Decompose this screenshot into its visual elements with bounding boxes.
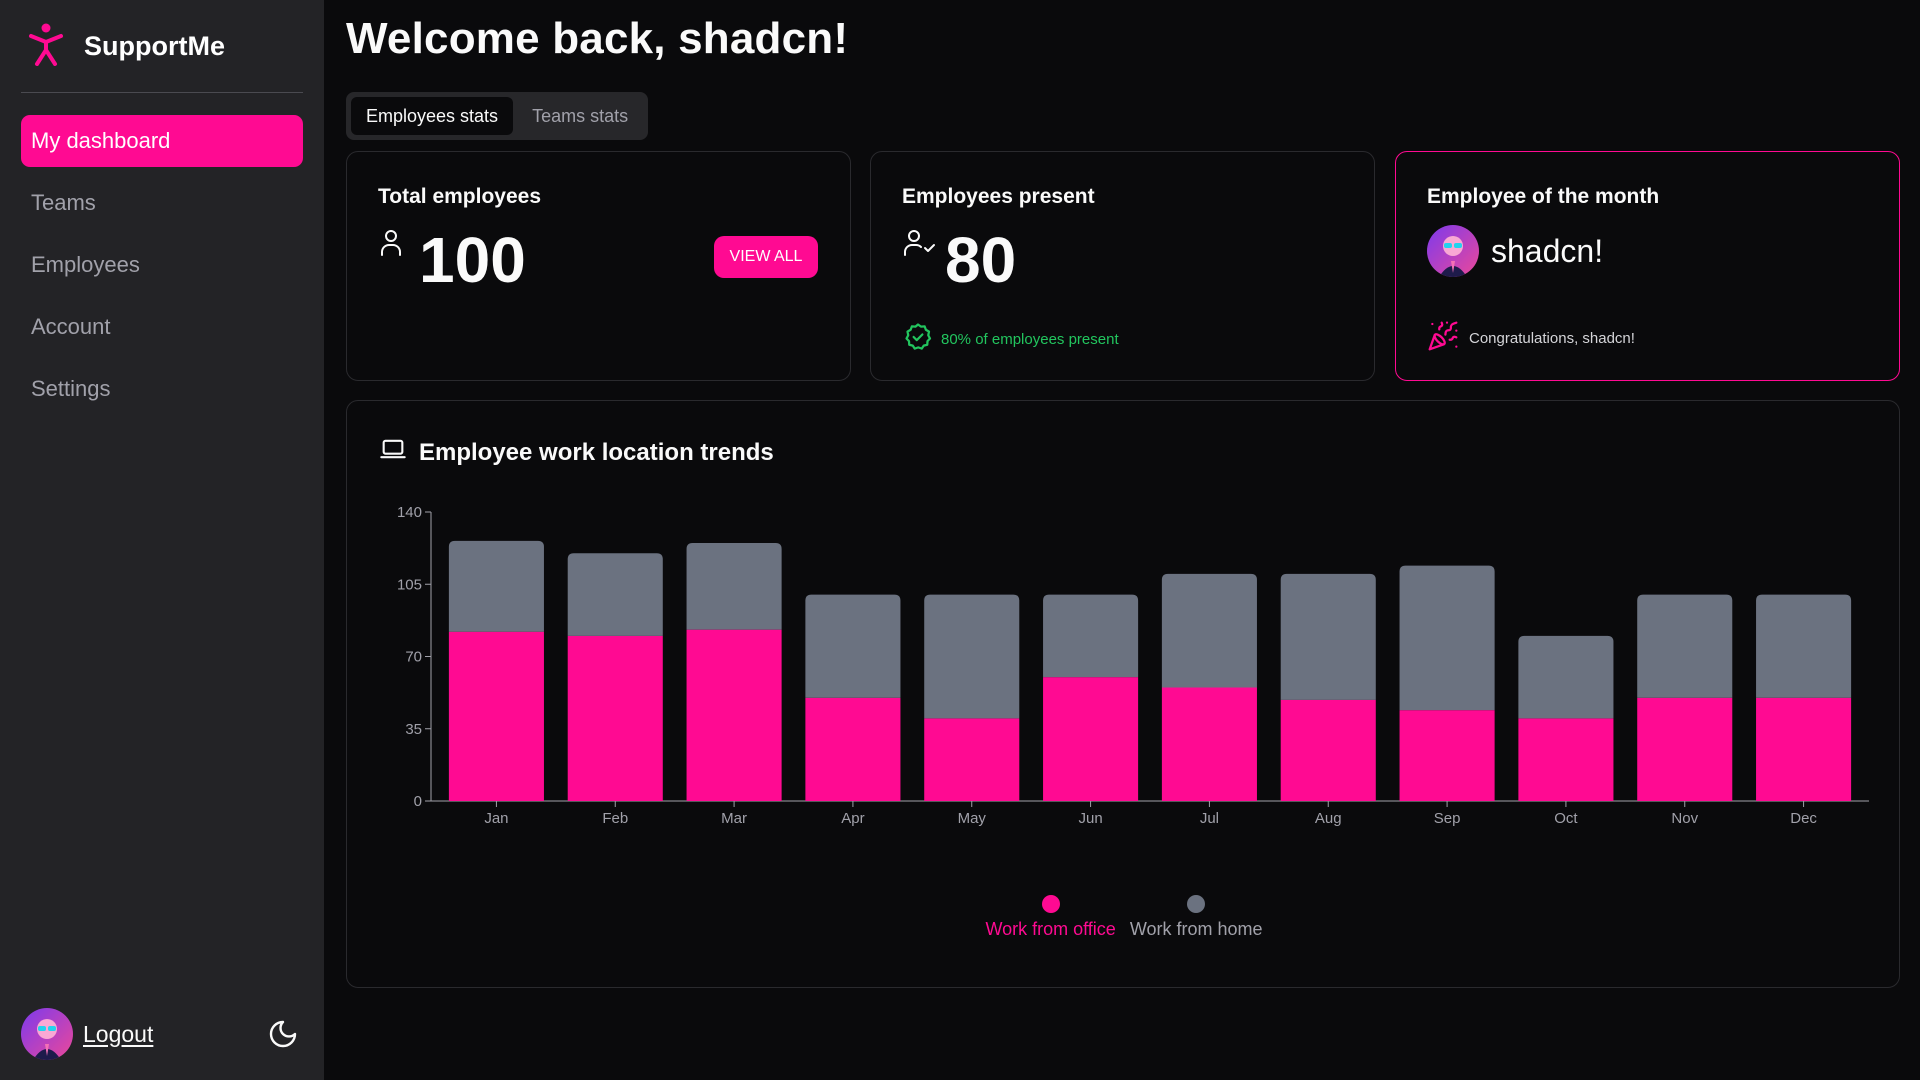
x-tick-label: Aug	[1315, 810, 1342, 827]
bar-jan-home	[448, 540, 544, 632]
bar-mar-office	[686, 629, 782, 801]
card-title: Employees present	[902, 185, 1095, 208]
eom-name: shadcn!	[1491, 232, 1604, 269]
eom-row: shadcn!	[1427, 225, 1603, 277]
badge-check-icon	[903, 322, 933, 356]
y-tick-label: 0	[414, 793, 422, 810]
bar-sep-home	[1399, 565, 1495, 711]
x-tick-label: Feb	[602, 810, 628, 827]
sidebar-item-employees[interactable]: Employees	[21, 239, 303, 291]
present-note: 80% of employees present	[903, 322, 1119, 356]
card-title: Total employees	[378, 185, 541, 208]
legend-label: Work from home	[1129, 919, 1263, 939]
bar-jun-office	[1043, 677, 1139, 801]
bar-chart: 0 35 70 105 140 Jan Feb Mar Apr May Jun Jul Aug Sep Oc…	[397, 504, 1869, 827]
sidebar-item-settings[interactable]: Settings	[21, 363, 303, 415]
x-tick-label: Sep	[1434, 810, 1461, 827]
avatar[interactable]	[21, 1008, 73, 1060]
brand[interactable]: SupportMe	[28, 22, 225, 71]
bar-nov-home	[1637, 594, 1733, 698]
legend-label: Work from office	[985, 919, 1116, 939]
bar-oct-office	[1518, 718, 1614, 801]
page-title: Welcome back, shadcn!	[346, 14, 849, 63]
bar-dec-home	[1756, 594, 1852, 698]
bar-aug-office	[1280, 699, 1376, 801]
tab-employees-stats[interactable]: Employees stats	[351, 97, 514, 135]
x-tick-label: Apr	[841, 810, 864, 827]
legend-dot	[1041, 895, 1060, 913]
total-employees-value: 100	[419, 224, 526, 296]
legend-item-home[interactable]: Work from home	[1130, 895, 1263, 940]
laptop-icon	[379, 435, 407, 470]
bar-aug-home	[1280, 573, 1376, 700]
employees-present-card: Employees present 80 80% of employees pr…	[870, 151, 1375, 381]
tab-teams-stats[interactable]: Teams stats	[517, 97, 643, 135]
chart-title: Employee work location trends	[379, 435, 774, 470]
bar-mar-home	[686, 542, 782, 630]
y-tick-label: 140	[397, 504, 422, 521]
legend-item-office[interactable]: Work from office	[985, 895, 1116, 940]
bar-feb-home	[567, 553, 663, 636]
bar-apr-home	[805, 594, 901, 698]
moon-icon[interactable]	[267, 1018, 299, 1050]
x-tick-label: Mar	[721, 810, 747, 827]
bar-sep-office	[1399, 710, 1495, 801]
y-tick-label: 70	[405, 649, 422, 666]
bar-jul-home	[1161, 573, 1257, 688]
bar-jun-home	[1043, 594, 1139, 678]
stats-tabs: Employees stats Teams stats	[346, 92, 649, 140]
y-tick-label: 105	[397, 576, 422, 593]
app-name: SupportMe	[84, 30, 225, 61]
bar-jan-office	[448, 631, 544, 801]
view-all-button[interactable]: VIEW ALL	[714, 236, 818, 278]
sidebar-footer: Logout	[21, 1008, 303, 1060]
sidebar-item-teams[interactable]: Teams	[21, 177, 303, 229]
x-tick-label: Jun	[1078, 810, 1102, 827]
bar-nov-office	[1637, 697, 1733, 801]
work-location-chart-card: Employee work location trends 0 35 70 105 14…	[346, 400, 1900, 988]
bar-jul-office	[1161, 687, 1257, 801]
chart-title-text: Employee work location trends	[419, 438, 774, 466]
user-icon	[379, 228, 403, 263]
congrats-text: Congratulations, shadcn!	[1469, 329, 1635, 347]
sidebar-item-my-dashboard[interactable]: My dashboard	[21, 115, 303, 167]
x-tick-label: Jan	[484, 810, 508, 827]
card-title: Employee of the month	[1427, 185, 1660, 208]
sidebar-nav: My dashboard Teams Employees Account Set…	[21, 115, 303, 425]
person-icon	[28, 22, 64, 71]
logout-link[interactable]: Logout	[83, 1021, 153, 1048]
x-tick-label: Nov	[1671, 810, 1698, 827]
total-employees-card: Total employees 100 VIEW ALL	[346, 151, 851, 381]
bar-apr-office	[805, 697, 901, 801]
sidebar-divider	[21, 92, 303, 93]
congrats-note: Congratulations, shadcn!	[1427, 320, 1635, 356]
x-tick-label: May	[958, 810, 987, 827]
avatar	[1427, 225, 1479, 277]
present-note-text: 80% of employees present	[941, 330, 1119, 348]
party-popper-icon	[1427, 320, 1459, 356]
x-tick-label: Oct	[1554, 810, 1578, 827]
y-tick-label: 35	[405, 721, 422, 738]
employees-present-value: 80	[945, 224, 1017, 296]
bar-dec-office	[1756, 697, 1852, 801]
bar-may-home	[924, 594, 1020, 719]
bar-may-office	[924, 718, 1020, 801]
bar-oct-home	[1518, 635, 1614, 719]
bar-feb-office	[567, 635, 663, 801]
legend-dot	[1187, 895, 1206, 913]
chart-legend: Work from office Work from home	[347, 895, 1901, 940]
x-tick-label: Dec	[1790, 810, 1817, 827]
x-tick-label: Jul	[1200, 810, 1219, 827]
user-check-icon	[903, 228, 937, 263]
sidebar: SupportMe My dashboard Teams Employees A…	[0, 0, 324, 1080]
sidebar-item-account[interactable]: Account	[21, 301, 303, 353]
employee-of-the-month-card: Employee of the month shadcn! Congratula…	[1395, 151, 1900, 381]
